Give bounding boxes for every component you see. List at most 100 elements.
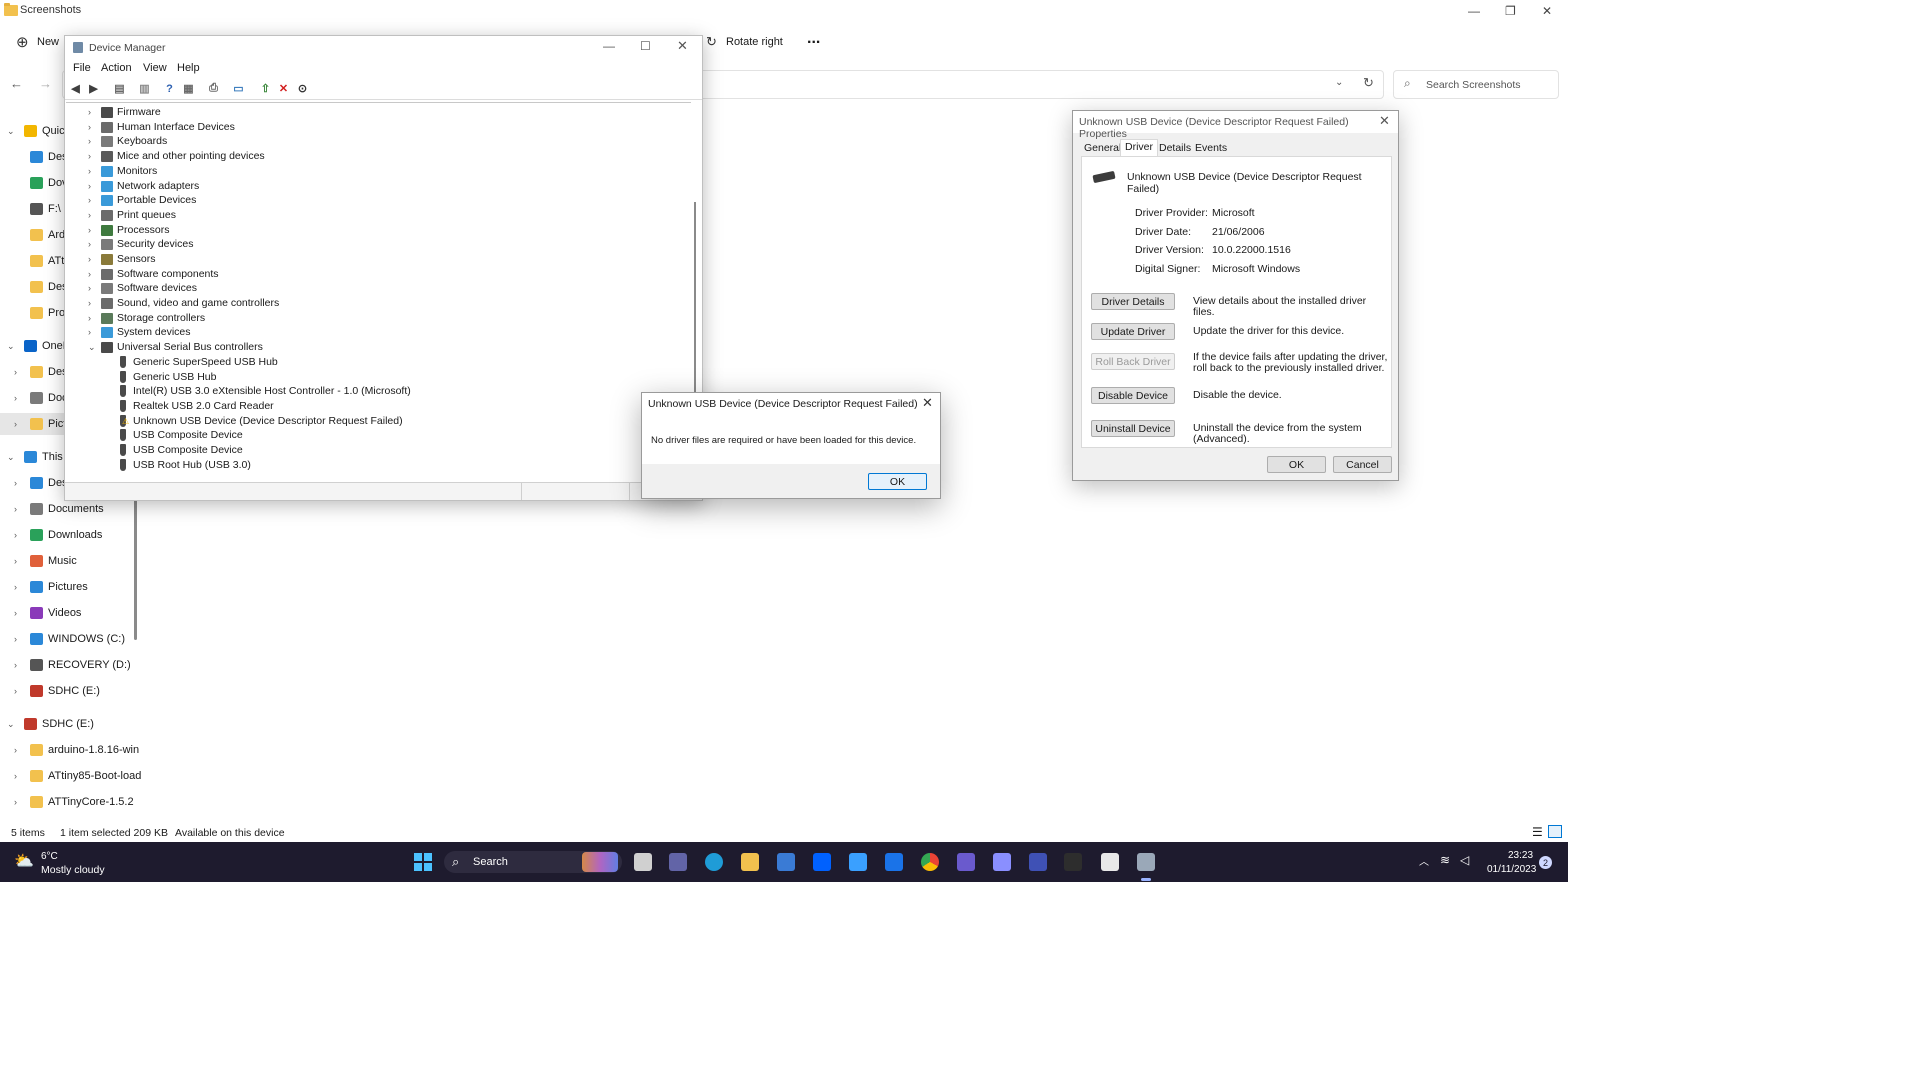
tree-category[interactable]: › System devices (66, 325, 686, 339)
chevron-right-icon[interactable]: › (88, 225, 91, 235)
maximize-button[interactable]: ❐ (1505, 4, 1516, 18)
tree-category[interactable]: › Storage controllers (66, 311, 686, 325)
tree-category[interactable]: › Network adapters (66, 179, 686, 193)
download-icon[interactable]: ⊙ (296, 82, 309, 95)
forward-arrow-icon[interactable]: → (39, 76, 52, 91)
edge-icon[interactable] (705, 853, 723, 871)
tree-category[interactable]: › Human Interface Devices (66, 120, 686, 134)
close-icon[interactable]: ✕ (1379, 113, 1390, 129)
chrome-icon[interactable] (921, 853, 939, 871)
chevron-right-icon[interactable]: › (14, 530, 17, 540)
nav-item[interactable]: › arduino-1.8.16-win (0, 739, 139, 761)
chevron-right-icon[interactable]: › (14, 634, 17, 644)
weather-temperature[interactable]: 6°C (41, 851, 58, 862)
usb-device-item[interactable]: Intel(R) USB 3.0 eXtensible Host Control… (66, 384, 686, 398)
chevron-right-icon[interactable]: › (88, 210, 91, 220)
usb-device-item[interactable]: Generic SuperSpeed USB Hub (66, 355, 686, 369)
chevron-right-icon[interactable]: › (14, 504, 17, 514)
usb-device-item[interactable]: ⚠ Unknown USB Device (Device Descriptor R… (66, 414, 686, 428)
nav-item[interactable]: › ATTinyCore-1.5.2 (0, 791, 134, 813)
tree-category[interactable]: › Monitors (66, 164, 686, 178)
chevron-down-icon[interactable]: ⌄ (7, 452, 15, 463)
power-automate-icon[interactable] (957, 853, 975, 871)
tree-category[interactable]: › Software devices (66, 281, 686, 295)
chevron-down-icon[interactable]: ⌄ (7, 719, 15, 730)
chevron-right-icon[interactable]: › (88, 283, 91, 293)
nav-item[interactable]: ⌄ SDHC (E:) (0, 713, 134, 735)
tree-category[interactable]: › Mice and other pointing devices (66, 149, 686, 163)
chevron-down-icon[interactable]: ⌄ (88, 342, 96, 353)
chevron-down-icon[interactable]: ⌄ (1335, 77, 1343, 88)
nav-item[interactable]: › Pictures (0, 576, 134, 598)
chevron-right-icon[interactable]: › (88, 151, 91, 161)
nav-item[interactable]: › SDHC (E:) (0, 680, 134, 702)
tree-category[interactable]: › Firmware (66, 105, 686, 119)
photos-icon[interactable] (993, 853, 1011, 871)
widgets-icon[interactable] (582, 852, 618, 872)
chevron-right-icon[interactable]: › (88, 327, 91, 337)
close-button[interactable]: ✕ (677, 38, 688, 54)
tab-driver[interactable]: Driver (1120, 139, 1158, 156)
chevron-right-icon[interactable]: › (88, 122, 91, 132)
minimize-button[interactable]: — (603, 39, 615, 53)
nav-item[interactable]: › Downloads (0, 524, 134, 546)
chevron-right-icon[interactable]: › (14, 660, 17, 670)
update-driver-icon[interactable]: ⇧ (259, 82, 272, 95)
chevron-right-icon[interactable]: › (14, 797, 17, 807)
chevron-right-icon[interactable]: › (14, 745, 17, 755)
update-driver-button[interactable]: Update Driver (1091, 323, 1175, 340)
properties-icon[interactable]: ▥ (138, 82, 151, 95)
rotate-right-button[interactable]: Rotate right (726, 36, 783, 48)
chevron-right-icon[interactable]: › (14, 608, 17, 618)
roll-back-driver-button[interactable]: Roll Back Driver (1091, 353, 1175, 370)
uninstall-device-button[interactable]: Uninstall Device (1091, 420, 1175, 437)
notification-badge[interactable]: 2 (1539, 856, 1552, 869)
volume-icon[interactable]: ◁ (1460, 853, 1469, 867)
ok-button[interactable]: OK (868, 473, 927, 490)
minimize-button[interactable]: — (1468, 4, 1480, 18)
driver-details-button[interactable]: Driver Details (1091, 293, 1175, 310)
view-icon[interactable]: ▦ (182, 82, 195, 95)
tree-category[interactable]: › Print queues (66, 208, 686, 222)
start-icon[interactable] (414, 853, 432, 871)
more-options-button[interactable]: ... (807, 30, 820, 48)
chevron-right-icon[interactable]: › (88, 181, 91, 191)
tree-category[interactable]: › Portable Devices (66, 193, 686, 207)
chevron-right-icon[interactable]: › (88, 166, 91, 176)
teams-icon[interactable] (669, 853, 687, 871)
details-view-icon[interactable]: ☰ (1532, 825, 1543, 839)
chevron-right-icon[interactable]: › (88, 313, 91, 323)
usb-device-item[interactable]: Realtek USB 2.0 Card Reader (66, 399, 686, 413)
chevron-right-icon[interactable]: › (88, 269, 91, 279)
tree-category[interactable]: ⌄ Universal Serial Bus controllers (66, 340, 686, 354)
nav-item[interactable]: › Documents (0, 498, 134, 520)
vscode-icon[interactable] (849, 853, 867, 871)
forward-icon[interactable]: ▶ (87, 82, 100, 95)
wifi-icon[interactable]: ≋ (1440, 853, 1450, 867)
clock-date[interactable]: 01/11/2023 (1487, 864, 1536, 875)
new-button[interactable]: New (37, 36, 59, 48)
chevron-right-icon[interactable]: › (88, 136, 91, 146)
back-icon[interactable]: ◀ (69, 82, 82, 95)
weather-description[interactable]: Mostly cloudy (41, 864, 105, 876)
tiles-view-icon[interactable] (1548, 825, 1562, 838)
chevron-right-icon[interactable]: › (14, 771, 17, 781)
task-view-icon[interactable] (634, 853, 652, 871)
monitor-icon[interactable]: ▭ (232, 82, 245, 95)
maximize-button[interactable]: ☐ (640, 39, 651, 53)
menu-file[interactable]: File (73, 62, 91, 74)
close-button[interactable]: ✕ (1542, 4, 1552, 18)
help-icon[interactable]: ? (163, 82, 176, 95)
chevron-down-icon[interactable]: ⌄ (7, 341, 15, 352)
nav-item[interactable]: › Music (0, 550, 134, 572)
tab-events[interactable]: Events (1195, 142, 1227, 154)
dropbox-icon[interactable] (813, 853, 831, 871)
tree-category[interactable]: › Processors (66, 223, 686, 237)
tree-category[interactable]: › Sound, video and game controllers (66, 296, 686, 310)
clock-time[interactable]: 23:23 (1508, 850, 1533, 861)
chevron-right-icon[interactable]: › (88, 195, 91, 205)
tree-category[interactable]: › Security devices (66, 237, 686, 251)
chevron-down-icon[interactable]: ⌄ (7, 126, 15, 137)
nav-item[interactable]: › RECOVERY (D:) (0, 654, 134, 676)
nav-item[interactable]: › Videos (0, 602, 134, 624)
